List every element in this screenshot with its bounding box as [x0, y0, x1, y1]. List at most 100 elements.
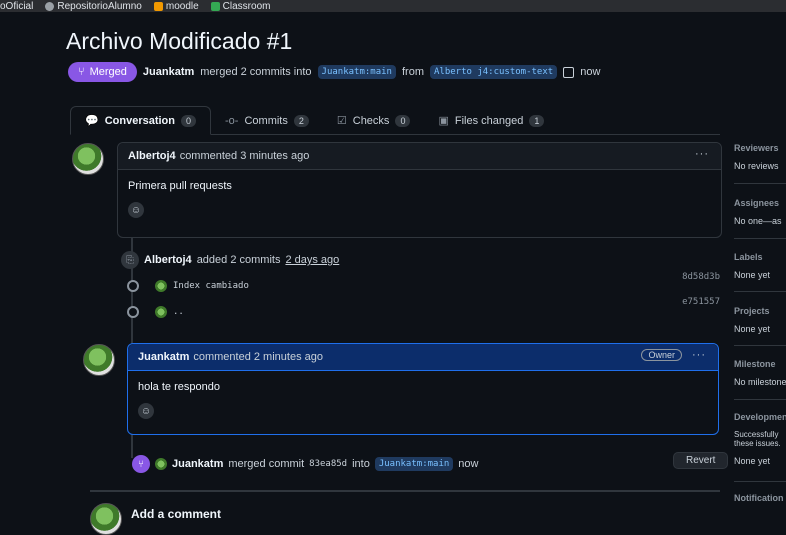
bookmarks-bar: oOficial RepositorioAlumno moodle Classr… — [0, 0, 786, 12]
pr-author-link[interactable]: Juankatm — [143, 66, 194, 78]
sidebar-value: None yet — [734, 270, 771, 280]
sidebar-heading[interactable]: Assignees — [734, 198, 782, 208]
comment-body: hola te respondo — [138, 381, 220, 393]
pr-tabs: 💬 Conversation 0 -o- Commits 2 ☑ Checks … — [70, 102, 720, 135]
sidebar-heading[interactable]: Projects — [734, 306, 770, 316]
merge-icon: ⑂ — [78, 66, 85, 78]
avatar — [155, 458, 167, 470]
sidebar-value: None yet — [734, 456, 771, 466]
sidebar-heading[interactable]: Labels — [734, 252, 770, 262]
base-branch[interactable]: Juankatm:main — [317, 65, 396, 79]
bookmark-oficial[interactable]: oOficial — [0, 1, 33, 12]
from-text: from — [401, 66, 424, 78]
checklist-icon: ☑ — [336, 115, 347, 127]
commit-dot-icon — [127, 280, 139, 292]
sidebar-heading[interactable]: Reviewers — [734, 143, 779, 153]
development-section[interactable]: Developmen Successfully these issues. No… — [734, 412, 786, 466]
comment-albertoj4: Albertoj4 commented 3 minutes ago ··· Pr… — [117, 142, 722, 238]
assignees-section[interactable]: Assignees No one—as — [734, 198, 782, 226]
comment-author[interactable]: Albertoj4 — [128, 150, 176, 162]
bookmark-classroom[interactable]: Classroom — [210, 0, 271, 12]
avatar[interactable] — [83, 344, 115, 376]
tab-checks[interactable]: ☑ Checks 0 — [323, 107, 425, 134]
commit-row[interactable]: .. — [127, 306, 184, 318]
head-branch[interactable]: Alberto j4:custom-text — [429, 65, 558, 79]
file-diff-icon: ▣ — [438, 115, 449, 127]
commit-row[interactable]: Index cambiado — [127, 280, 249, 292]
event-author[interactable]: Albertoj4 — [144, 254, 192, 266]
status-label: Merged — [89, 66, 127, 78]
sidebar-value: No one—as — [734, 216, 782, 226]
sidebar-value: No milestone — [734, 377, 786, 387]
tab-label: Commits — [244, 115, 288, 127]
tab-label: Checks — [352, 114, 390, 127]
sidebar-divider — [734, 183, 786, 184]
merge-branch[interactable]: Juankatm:main — [374, 457, 454, 471]
sidebar-divider — [734, 291, 786, 292]
sidebar-value: No reviews — [734, 161, 779, 171]
tab-label: Conversation — [104, 114, 175, 127]
event-time: now — [458, 458, 479, 470]
tab-commits[interactable]: -o- Commits 2 — [211, 108, 323, 134]
event-text: merged commit — [228, 458, 305, 470]
github-icon — [45, 1, 55, 11]
owner-badge: Owner — [641, 349, 682, 361]
add-reaction-icon[interactable]: ☺ — [128, 202, 144, 218]
commit-sha[interactable]: e751557 — [682, 297, 720, 307]
bookmark-label: Classroom — [222, 0, 271, 12]
comment-header: Juankatm commented 2 minutes ago Owner ·… — [128, 344, 718, 371]
tab-conversation[interactable]: 💬 Conversation 0 — [70, 106, 212, 135]
merge-commit-sha[interactable]: 83ea85d — [309, 459, 347, 469]
merged-status-badge: ⑂ Merged — [68, 62, 137, 82]
timeline-divider — [90, 490, 720, 492]
copy-icon[interactable] — [563, 66, 575, 78]
sidebar-divider — [734, 399, 786, 400]
into-text: into — [352, 458, 370, 470]
classroom-icon — [210, 1, 220, 11]
event-text: added 2 commits — [196, 254, 281, 266]
event-author[interactable]: Juankatm — [172, 458, 223, 470]
comment-author[interactable]: Juankatm — [138, 351, 189, 363]
milestone-section[interactable]: Milestone No milestone — [734, 359, 786, 387]
sidebar-heading[interactable]: Notification — [734, 493, 784, 503]
event-time[interactable]: 2 days ago — [285, 254, 339, 266]
labels-section[interactable]: Labels None yet — [734, 252, 770, 280]
sidebar-heading[interactable]: Milestone — [734, 359, 786, 369]
more-options-icon[interactable]: ··· — [695, 148, 709, 160]
revert-button[interactable]: Revert — [673, 452, 729, 469]
notifications-section[interactable]: Notification — [734, 493, 784, 511]
projects-section[interactable]: Projects None yet — [734, 306, 770, 334]
tab-count: 0 — [181, 114, 197, 127]
commit-icon: -o- — [225, 115, 239, 127]
tab-count: 2 — [293, 115, 309, 127]
sidebar-heading[interactable]: Developmen — [734, 412, 786, 422]
sidebar-divider — [734, 345, 786, 346]
sidebar-divider — [734, 238, 786, 239]
reviewers-section[interactable]: Reviewers No reviews — [734, 143, 779, 171]
commit-dot-icon — [127, 306, 139, 318]
add-comment-heading: Add a comment — [131, 507, 222, 521]
comment-body: Primera pull requests — [128, 180, 232, 192]
sidebar-value: None yet — [734, 324, 771, 334]
add-reaction-icon[interactable]: ☺ — [138, 403, 154, 419]
avatar — [155, 306, 167, 318]
more-options-icon[interactable]: ··· — [692, 349, 706, 361]
comment-meta: commented 3 minutes ago — [179, 150, 310, 162]
comment-header: Albertoj4 commented 3 minutes ago ··· — [118, 143, 721, 170]
conversation-icon: 💬 — [85, 115, 99, 127]
merge-event: ⑂ Juankatm merged commit 83ea85d into Ju… — [132, 455, 478, 473]
tab-files-changed[interactable]: ▣ Files changed 1 — [424, 107, 558, 134]
commit-message[interactable]: Index cambiado — [173, 281, 249, 291]
merge-icon: ⑂ — [132, 455, 150, 473]
avatar[interactable] — [72, 143, 104, 175]
comment-juankatm: Juankatm commented 2 minutes ago Owner ·… — [127, 343, 719, 435]
bookmark-moodle[interactable]: moodle — [153, 1, 199, 12]
commit-message[interactable]: .. — [173, 307, 184, 317]
sidebar-value: Successfully these issues. — [734, 430, 781, 448]
tab-label: Files changed — [454, 114, 524, 127]
commit-sha[interactable]: 8d58d3b — [682, 272, 720, 282]
moodle-icon — [153, 1, 163, 11]
sidebar-divider — [734, 481, 786, 482]
bookmark-repositorio[interactable]: RepositorioAlumno — [45, 1, 142, 12]
bookmark-label: oOficial — [0, 0, 34, 12]
